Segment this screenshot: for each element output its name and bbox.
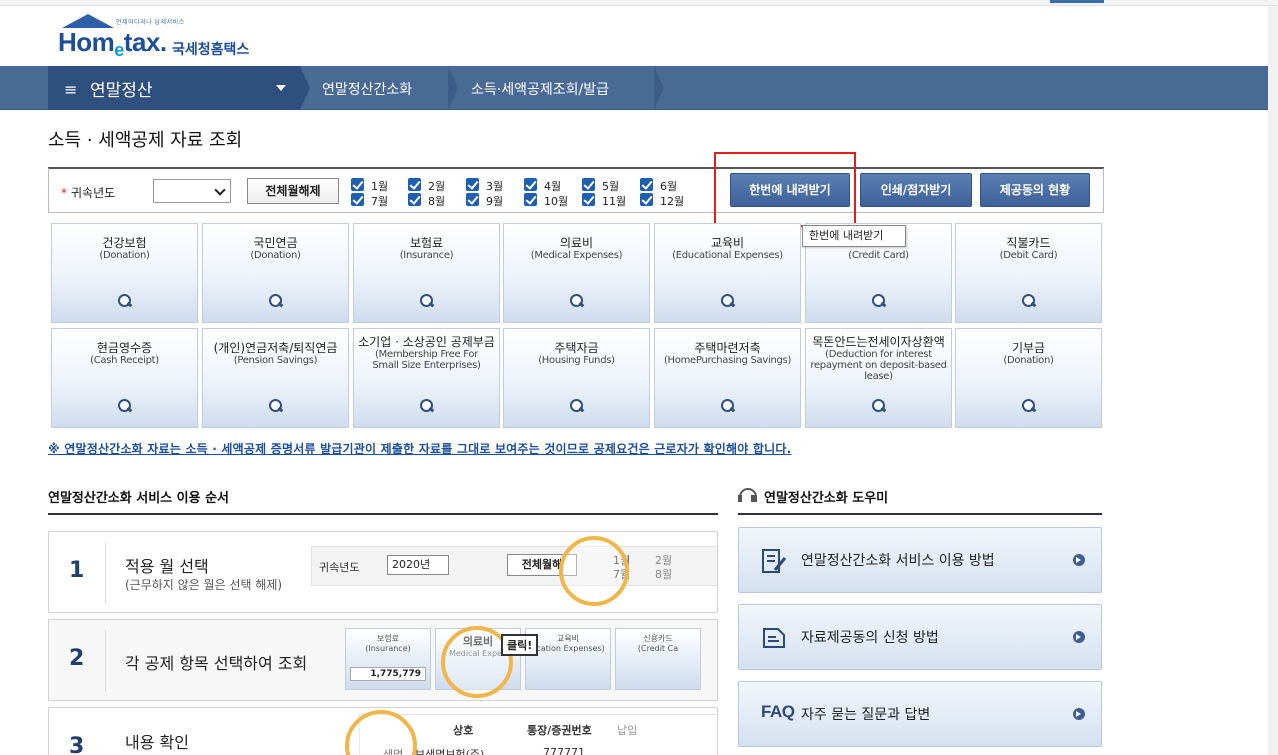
- download-tooltip: 한번에 내려받기: [802, 225, 906, 247]
- checkbox-checked-icon: [582, 193, 595, 206]
- nav-separator: [448, 66, 458, 110]
- consent-status-button[interactable]: 제공동의 현황: [980, 173, 1090, 207]
- card-insurance[interactable]: 보험료 (Insurance): [353, 223, 500, 323]
- page-scrollbar[interactable]: [1268, 6, 1278, 755]
- highlight-box: [714, 152, 856, 227]
- search-icon: [721, 294, 735, 308]
- card-education[interactable]: 교육비 (Educational Expenses): [654, 223, 801, 323]
- print-braille-button[interactable]: 인쇄/점자받기: [860, 173, 972, 207]
- document-icon: [763, 628, 785, 648]
- search-icon: [118, 294, 132, 308]
- search-icon: [570, 294, 584, 308]
- checkbox-checked-icon: [466, 178, 479, 191]
- search-icon: [570, 399, 584, 413]
- guide-step-3: 3 내용 확인 상호 통장/증권번호 납입 생명 보생명보험(주) 777771: [48, 707, 718, 755]
- card-medical[interactable]: 의료비 (Medical Expenses): [503, 223, 650, 323]
- card-housing-funds[interactable]: 주택자금 (Housing Funds): [503, 328, 650, 428]
- card-donation[interactable]: 기부금 (Donation): [955, 328, 1102, 428]
- search-icon: [1022, 399, 1036, 413]
- card-cash-receipt[interactable]: 현금영수증 (Cash Receipt): [51, 328, 198, 428]
- nav-separator: [300, 66, 310, 110]
- nav-bar: ≡ 연말정산 연말정산간소화 소득·세액공제조회/발급: [0, 66, 1278, 110]
- checkbox-checked-icon: [408, 193, 421, 206]
- arrow-right-icon: [1073, 708, 1085, 720]
- search-icon: [1022, 294, 1036, 308]
- caret-down-icon: [276, 85, 286, 91]
- step-number: 2: [69, 646, 85, 671]
- step-title: 각 공제 항목 선택하여 조회: [125, 654, 308, 673]
- breadcrumb-deduction-lookup[interactable]: 소득·세액공제조회/발급: [471, 79, 609, 99]
- divider: [738, 513, 1102, 515]
- logo-korean: 국세청홈택스: [172, 42, 250, 58]
- card-small-business[interactable]: 소기업 · 소상공인 공제부금 (Membership Free For Smal…: [353, 328, 500, 428]
- search-icon: [269, 399, 283, 413]
- logo-brand: Hometax.: [58, 27, 167, 60]
- helper-label: 자료제공동의 신청 방법: [801, 630, 939, 646]
- arrow-right-icon: [1073, 554, 1085, 566]
- checkbox-checked-icon: [524, 193, 537, 206]
- card-debit-card[interactable]: 직불카드 (Debit Card): [955, 223, 1102, 323]
- guide-step-1: 1 적용 월 선택 (근무하지 않은 월은 선택 해제) 귀속년도 2020년 …: [48, 531, 718, 613]
- highlight-circle: [559, 536, 629, 606]
- divider: [48, 513, 718, 515]
- nav-separator: [654, 66, 664, 110]
- step-title: 내용 확인: [125, 733, 189, 752]
- helper-section-title: 연말정산간소화 도우미: [764, 491, 889, 506]
- checkbox-checked-icon: [640, 178, 653, 191]
- card-national-pension[interactable]: 국민연금 (Donation): [202, 223, 349, 323]
- step-number: 3: [69, 734, 85, 755]
- helper-label: 연말정산간소화 서비스 이용 방법: [801, 553, 995, 569]
- card-health-insurance[interactable]: 건강보험 (Donation): [51, 223, 198, 323]
- chevron-down-icon: [214, 184, 226, 196]
- page-title: 소득 · 세액공제 자료 조회: [48, 130, 243, 151]
- site-header: 언제어디서나 납세서비스 Hometax. 국세청홈택스: [0, 6, 1278, 66]
- headset-icon: [738, 487, 758, 505]
- document-edit-icon: [762, 549, 787, 573]
- checkbox-checked-icon: [466, 193, 479, 206]
- card-home-savings[interactable]: 주택마련저축 (HomePurchasing Savings): [654, 328, 801, 428]
- year-select[interactable]: [153, 179, 231, 203]
- card-lease-interest[interactable]: 목돈안드는전세이자상환액 (Deduction for interest repa…: [805, 328, 952, 428]
- search-icon: [269, 294, 283, 308]
- checkbox-checked-icon: [582, 178, 595, 191]
- helper-label: 자주 묻는 질문과 답변: [801, 707, 931, 723]
- nav-menu-title: 연말정산: [90, 81, 153, 101]
- mini-year-select: 2020년: [387, 555, 449, 575]
- house-icon: [62, 14, 114, 28]
- search-icon: [118, 399, 132, 413]
- helper-consent-request[interactable]: 자료제공동의 신청 방법: [738, 604, 1102, 670]
- guide-section-title: 연말정산간소화 서비스 이용 순서: [48, 491, 230, 506]
- mini-card-credit: 신용카드 (Credit Ca: [615, 628, 701, 690]
- logo-tagline: 언제어디서나 납세서비스: [116, 19, 185, 26]
- guide-step-2: 2 각 공제 항목 선택하여 조회 보험료 (Insurance) 1,775,77…: [48, 619, 718, 701]
- step-desc: (근무하지 않은 월은 선택 해제): [125, 578, 283, 592]
- hometax-logo[interactable]: 언제어디서나 납세서비스 Hometax. 국세청홈택스: [58, 14, 278, 60]
- search-icon: [721, 399, 735, 413]
- step-number: 1: [69, 558, 85, 583]
- notice-link[interactable]: ※ 연말정산간소화 자료는 소득 · 세액공제 증명서류 발급기관이 제출한 자…: [48, 440, 791, 457]
- nav-menu-dropdown[interactable]: ≡ 연말정산: [48, 66, 300, 110]
- search-icon: [872, 294, 886, 308]
- year-label: * 귀속년도: [61, 186, 116, 200]
- checkbox-checked-icon: [640, 193, 653, 206]
- faq-icon: FAQ: [761, 702, 795, 721]
- step-title: 적용 월 선택: [125, 557, 209, 576]
- search-icon: [420, 399, 434, 413]
- checkbox-checked-icon: [524, 178, 537, 191]
- checkbox-checked-icon: [351, 178, 364, 191]
- card-pension-savings[interactable]: (개인)연금저축/퇴직연금 (Pension Savings): [202, 328, 349, 428]
- click-label: 클릭!: [501, 634, 539, 656]
- hamburger-icon: ≡: [64, 80, 78, 99]
- arrow-right-icon: [1073, 631, 1085, 643]
- checkbox-checked-icon: [351, 193, 364, 206]
- helper-how-to-use[interactable]: 연말정산간소화 서비스 이용 방법: [738, 527, 1102, 593]
- search-icon: [872, 399, 886, 413]
- mini-card-insurance: 보험료 (Insurance) 1,775,779: [345, 628, 431, 690]
- helper-faq[interactable]: FAQ 자주 묻는 질문과 답변: [738, 681, 1102, 747]
- clear-all-months-button[interactable]: 전체월해제: [247, 178, 339, 204]
- top-strip-button[interactable]: [1050, 0, 1104, 3]
- search-icon: [420, 294, 434, 308]
- checkbox-checked-icon: [408, 178, 421, 191]
- breadcrumb-simplified[interactable]: 연말정산간소화: [322, 79, 412, 99]
